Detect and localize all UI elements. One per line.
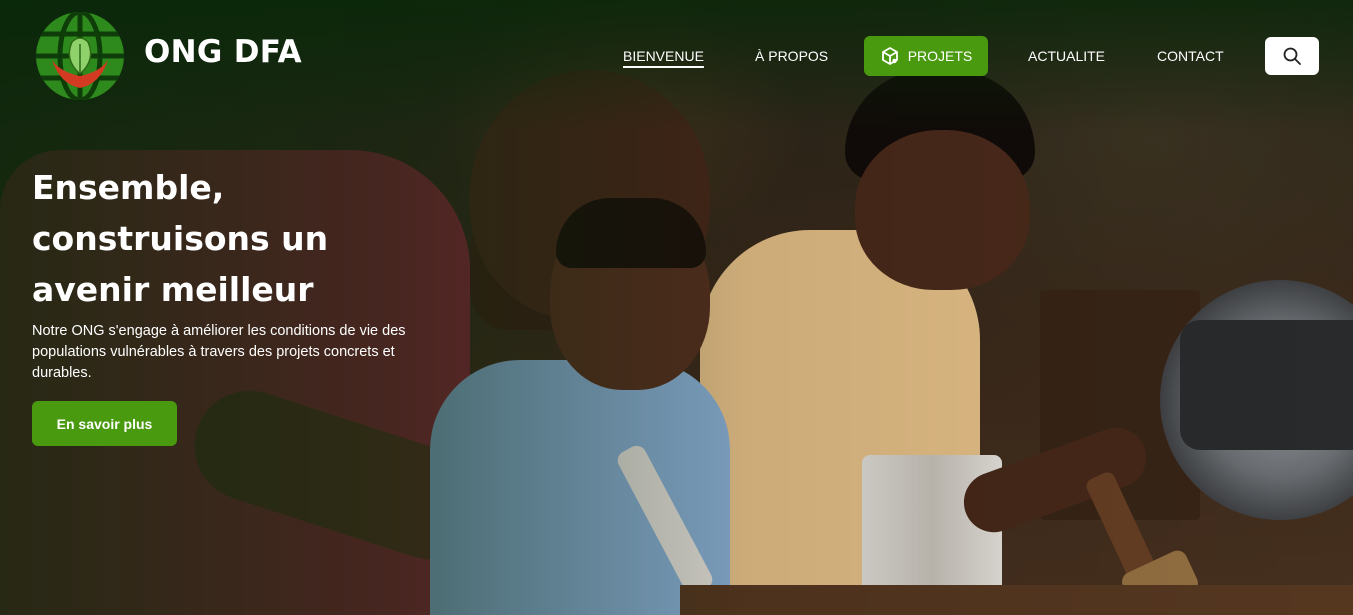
nav-item-label: CONTACT xyxy=(1157,48,1224,64)
hero-headline: Ensemble, construisons un avenir meilleu… xyxy=(32,168,329,309)
globe-hands-leaf-icon[interactable] xyxy=(34,10,126,102)
nav-item-projets[interactable]: PROJETS xyxy=(864,36,988,76)
cube-icon xyxy=(881,47,898,65)
nav-item-a-propos[interactable]: À PROPOS xyxy=(755,36,828,76)
search-icon xyxy=(1283,47,1301,65)
search-button[interactable] xyxy=(1265,37,1319,75)
hero-description: Notre ONG s'engage à améliorer les condi… xyxy=(32,323,406,381)
nav-item-actualite[interactable]: ACTUALITE xyxy=(1028,36,1105,76)
nav-item-label: À PROPOS xyxy=(755,48,829,64)
nav-item-label: PROJETS xyxy=(907,48,973,64)
brand-name[interactable]: ONG DFA xyxy=(144,34,302,70)
learn-more-button[interactable]: En savoir plus xyxy=(32,401,177,446)
nav-item-bienvenue[interactable]: BIENVENUE xyxy=(623,36,704,76)
nav-item-contact[interactable]: CONTACT xyxy=(1157,36,1224,76)
nav-item-label: ACTUALITE xyxy=(1028,48,1106,64)
nav-item-label: BIENVENUE xyxy=(623,48,704,64)
